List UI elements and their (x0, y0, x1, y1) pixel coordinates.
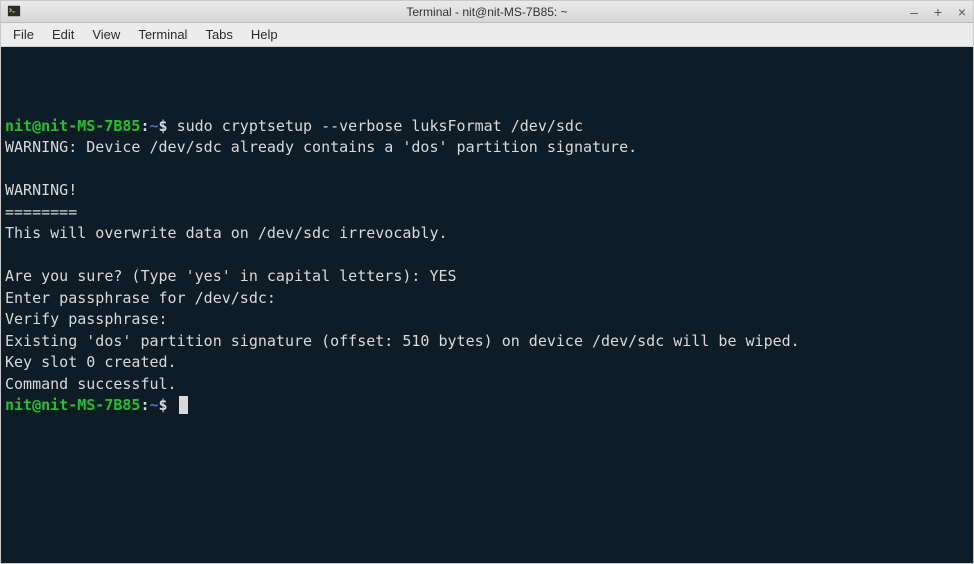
prompt-path: ~ (150, 396, 159, 414)
output-line: Key slot 0 created. (5, 352, 969, 374)
close-button[interactable]: × (955, 1, 969, 23)
output-line: Command successful. (5, 374, 969, 396)
prompt-sep: : (140, 117, 149, 135)
prompt-path: ~ (150, 117, 159, 135)
cursor (179, 396, 188, 414)
prompt-line: nit@nit-MS-7B85:~$ sudo cryptsetup --ver… (5, 116, 969, 138)
output-line (5, 159, 969, 181)
prompt-line: nit@nit-MS-7B85:~$ (5, 395, 969, 417)
output-line: WARNING! (5, 180, 969, 202)
menubar: File Edit View Terminal Tabs Help (1, 23, 973, 47)
minimize-button[interactable]: – (907, 1, 921, 23)
prompt-dollar: $ (159, 396, 177, 414)
command-text: sudo cryptsetup --verbose luksFormat /de… (177, 117, 583, 135)
prompt-dollar: $ (159, 117, 177, 135)
menu-tabs[interactable]: Tabs (197, 25, 240, 44)
output-line: Verify passphrase: (5, 309, 969, 331)
output-line: Existing 'dos' partition signature (offs… (5, 331, 969, 353)
output-line: Are you sure? (Type 'yes' in capital let… (5, 266, 969, 288)
output-line: Enter passphrase for /dev/sdc: (5, 288, 969, 310)
scrollbar[interactable] (961, 49, 971, 561)
menu-view[interactable]: View (84, 25, 128, 44)
output-line (5, 245, 969, 267)
prompt-sep: : (140, 396, 149, 414)
menu-help[interactable]: Help (243, 25, 286, 44)
menu-terminal[interactable]: Terminal (130, 25, 195, 44)
terminal-body[interactable]: nit@nit-MS-7B85:~$ sudo cryptsetup --ver… (3, 49, 971, 561)
terminal-body-wrap: nit@nit-MS-7B85:~$ sudo cryptsetup --ver… (1, 47, 973, 563)
titlebar[interactable]: Terminal - nit@nit-MS-7B85: ~ – + × (1, 1, 973, 23)
menu-file[interactable]: File (5, 25, 42, 44)
menu-edit[interactable]: Edit (44, 25, 82, 44)
prompt-user-host: nit@nit-MS-7B85 (5, 396, 140, 414)
output-line: This will overwrite data on /dev/sdc irr… (5, 223, 969, 245)
output-line: WARNING: Device /dev/sdc already contain… (5, 137, 969, 159)
terminal-window: Terminal - nit@nit-MS-7B85: ~ – + × File… (0, 0, 974, 564)
terminal-icon (7, 4, 21, 18)
output-line: ======== (5, 202, 969, 224)
prompt-user-host: nit@nit-MS-7B85 (5, 117, 140, 135)
window-controls: – + × (907, 1, 969, 23)
window-title: Terminal - nit@nit-MS-7B85: ~ (406, 5, 567, 19)
maximize-button[interactable]: + (931, 1, 945, 23)
